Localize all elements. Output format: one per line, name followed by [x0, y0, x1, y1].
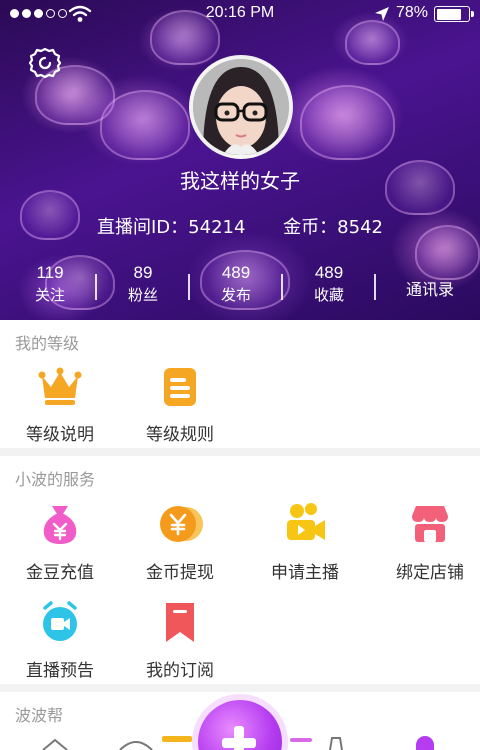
money-bag-icon — [43, 506, 77, 544]
item-label: 金币提现 — [146, 563, 214, 583]
section-title: 波波帮 — [15, 706, 64, 725]
yen-coins-icon — [160, 506, 203, 542]
item-label: 我的订阅 — [146, 661, 214, 681]
battery-fill — [436, 8, 461, 20]
stat-label: 发布 — [220, 286, 251, 304]
apply-streamer-item[interactable]: 申请主播 — [245, 500, 365, 583]
stat-fans[interactable]: 89 粉丝 — [95, 262, 191, 306]
stats-bar: 119 关注 89 粉丝 489 发布 489 收藏 通讯录 — [0, 262, 480, 312]
level-rules-item[interactable]: 等级规则 — [120, 362, 240, 445]
stat-following[interactable]: 119 关注 — [2, 262, 98, 306]
stat-label: 收藏 — [313, 286, 344, 304]
avatar-portrait — [193, 59, 289, 155]
stat-label: 粉丝 — [127, 286, 158, 304]
settings-gear-icon[interactable] — [28, 46, 62, 80]
battery-percent: 78% — [396, 4, 429, 21]
background-jellyfish — [300, 85, 395, 160]
item-label: 等级规则 — [146, 425, 214, 445]
stat-label: 关注 — [34, 286, 65, 304]
background-jellyfish — [100, 90, 190, 160]
stat-value: 489 — [314, 263, 344, 282]
item-label: 等级说明 — [26, 425, 94, 445]
profile-tab-icon[interactable] — [416, 736, 434, 750]
video-camera-icon — [287, 503, 325, 540]
section-title: 我的等级 — [15, 334, 80, 353]
battery-icon — [434, 6, 474, 22]
stat-favorites[interactable]: 489 收藏 — [281, 262, 377, 306]
section-title: 小波的服务 — [15, 470, 96, 489]
status-bar: 20:16 PM 78% — [0, 0, 480, 28]
stat-value: 489 — [221, 263, 251, 282]
live-preview-item[interactable]: 直播预告 — [0, 598, 120, 681]
tab-indicator — [290, 738, 312, 742]
withdraw-coins-item[interactable]: 金币提现 — [120, 500, 240, 583]
alarm-camera-icon — [43, 601, 77, 641]
crown-icon — [38, 367, 82, 405]
item-label: 绑定店铺 — [396, 563, 464, 583]
coin-balance: 金币：8542 — [283, 217, 383, 238]
my-subscriptions-item[interactable]: 我的订阅 — [120, 598, 240, 681]
item-label: 申请主播 — [271, 563, 339, 583]
home-icon[interactable] — [40, 736, 70, 750]
message-icon[interactable] — [118, 736, 154, 750]
level-description-item[interactable]: 等级说明 — [0, 362, 120, 445]
profile-page: 20:16 PM 78% 我这样的女子 直播间ID：54214 金币：8542 … — [0, 0, 480, 750]
profile-header: 20:16 PM 78% 我这样的女子 直播间ID：54214 金币：8542 … — [0, 0, 480, 320]
shop-icon — [412, 506, 448, 542]
room-id: 直播间ID：54214 — [97, 217, 246, 238]
bind-shop-item[interactable]: 绑定店铺 — [370, 500, 480, 583]
stat-value: 119 — [36, 263, 64, 282]
bookmark-icon — [166, 603, 194, 642]
avatar[interactable] — [189, 55, 293, 159]
shop-tab-icon[interactable] — [162, 736, 192, 742]
location-arrow-icon — [375, 7, 389, 21]
stat-divider — [374, 274, 376, 300]
recharge-beans-item[interactable]: 金豆充值 — [0, 500, 120, 583]
item-label: 直播预告 — [26, 661, 94, 681]
level-section: 我的等级 等级说明 等级规则 — [0, 320, 480, 448]
bag-icon[interactable] — [326, 734, 346, 750]
services-section: 小波的服务 金豆充值 金币提现 申请主播 绑定店铺 直播预告 我的订阅 — [0, 456, 480, 684]
stat-posts[interactable]: 489 发布 — [188, 262, 284, 306]
contacts-link[interactable]: 通讯录 — [380, 276, 480, 300]
item-label: 金豆充值 — [26, 563, 94, 583]
document-icon — [164, 368, 196, 406]
profile-ids: 直播间ID：54214 金币：8542 — [0, 213, 480, 239]
stat-value: 89 — [133, 263, 153, 282]
username: 我这样的女子 — [180, 169, 300, 193]
